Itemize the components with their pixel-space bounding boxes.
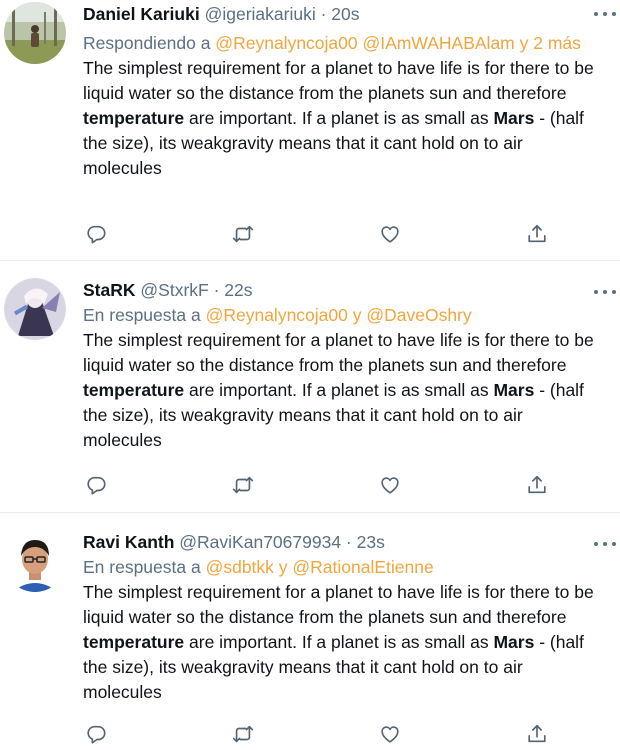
share-button[interactable] (524, 472, 550, 498)
display-name[interactable]: Ravi Kanth (83, 532, 174, 552)
retweet-button[interactable] (230, 721, 256, 747)
separator: · (341, 532, 357, 552)
tweet-text-part: are important. If a planet is as small a… (184, 632, 494, 652)
tweet-header: Ravi Kanth @RaviKan70679934 · 23s (83, 530, 606, 554)
tweet[interactable]: Ravi Kanth @RaviKan70679934 · 23s En res… (0, 513, 620, 750)
avatar[interactable] (4, 278, 66, 340)
timestamp[interactable]: 20s (331, 4, 359, 24)
tweet-text-bold: Mars (493, 108, 535, 128)
tweet-header: StaRK @StxrkF · 22s (83, 278, 606, 302)
share-button[interactable] (524, 221, 550, 247)
reply-prefix: En respuesta a (83, 557, 206, 577)
more-icon[interactable] (594, 536, 616, 552)
like-button[interactable] (377, 721, 403, 747)
timestamp[interactable]: 23s (357, 532, 385, 552)
reply-icon (87, 725, 106, 744)
avatar[interactable] (4, 2, 66, 64)
tweet-text-part: The simplest requirement for a planet to… (83, 330, 594, 375)
user-handle[interactable]: @RaviKan70679934 (179, 532, 341, 552)
reply-icon (87, 225, 106, 244)
reply-mentions-link[interactable]: @sdbtkk y @RationalEtienne (206, 557, 434, 577)
like-icon (381, 226, 399, 243)
like-icon (381, 726, 399, 743)
retweet-icon (232, 476, 254, 494)
separator: · (208, 280, 225, 300)
tweet-text-part: are important. If a planet is as small a… (184, 108, 494, 128)
share-icon (528, 724, 546, 743)
reply-button[interactable] (83, 472, 109, 498)
tweet-feed: Daniel Kariuki @igeriakariuki · 20s Resp… (0, 0, 620, 750)
tweet-header: Daniel Kariuki @igeriakariuki · 20s (83, 2, 606, 26)
share-button[interactable] (524, 721, 550, 747)
reply-button[interactable] (83, 721, 109, 747)
like-icon (381, 477, 399, 494)
tweet-text-bold: temperature (83, 632, 185, 652)
like-button[interactable] (377, 472, 403, 498)
tweet-actions (83, 472, 553, 498)
tweet-text-part: are important. If a planet is as small a… (184, 380, 494, 400)
tweet-text-part: The simplest requirement for a planet to… (83, 582, 594, 627)
timestamp[interactable]: 22s (224, 280, 252, 300)
separator: · (315, 4, 332, 24)
retweet-icon (232, 225, 254, 243)
display-name[interactable]: Daniel Kariuki (83, 4, 200, 24)
avatar[interactable] (4, 530, 66, 592)
reply-prefix: En respuesta a (83, 305, 206, 325)
tweet-text: The simplest requirement for a planet to… (83, 580, 606, 705)
reply-context: En respuesta a @sdbtkk y @RationalEtienn… (83, 555, 606, 580)
retweet-button[interactable] (230, 472, 256, 498)
user-handle[interactable]: @StxrkF (140, 280, 208, 300)
share-icon (528, 224, 546, 243)
tweet[interactable]: Daniel Kariuki @igeriakariuki · 20s Resp… (0, 0, 620, 261)
tweet-text-bold: Mars (493, 380, 535, 400)
tweet-text-bold: temperature (83, 380, 185, 400)
reply-button[interactable] (83, 221, 109, 247)
tweet-text-bold: Mars (493, 632, 535, 652)
retweet-icon (232, 725, 254, 743)
tweet-text: The simplest requirement for a planet to… (83, 328, 606, 453)
more-icon[interactable] (594, 284, 616, 300)
tweet-text-part: The simplest requirement for a planet to… (83, 58, 594, 103)
reply-icon (87, 476, 106, 495)
tweet-text-bold: temperature (83, 108, 185, 128)
tweet-text: The simplest requirement for a planet to… (83, 56, 606, 181)
reply-mentions-link[interactable]: @Reynalyncoja00 y @DaveOshry (206, 305, 472, 325)
share-icon (528, 475, 546, 494)
reply-context: En respuesta a @Reynalyncoja00 y @DaveOs… (83, 303, 606, 328)
tweet-actions (83, 721, 553, 747)
retweet-button[interactable] (230, 221, 256, 247)
tweet[interactable]: StaRK @StxrkF · 22s En respuesta a @Reyn… (0, 261, 620, 513)
reply-context: Respondiendo a @Reynalyncoja00 @IAmWAHAB… (83, 31, 606, 56)
more-icon[interactable] (594, 6, 616, 22)
reply-prefix: Respondiendo a (83, 33, 216, 53)
like-button[interactable] (377, 221, 403, 247)
display-name[interactable]: StaRK (83, 280, 136, 300)
tweet-actions (83, 221, 553, 247)
reply-mentions-link[interactable]: @Reynalyncoja00 @IAmWAHABAlam y 2 más (215, 33, 581, 53)
user-handle[interactable]: @igeriakariuki (205, 4, 316, 24)
